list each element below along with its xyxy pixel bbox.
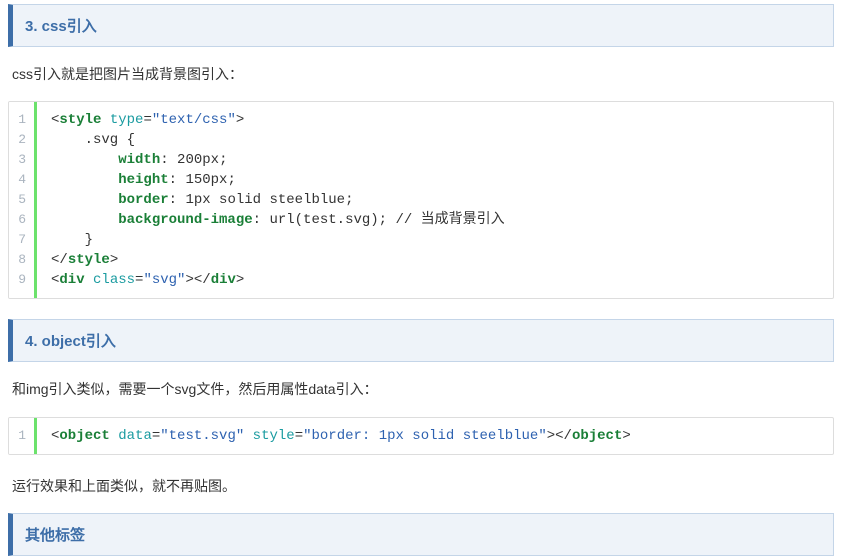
- section-title: 3. css引入: [25, 18, 97, 35]
- code-gutter: 1: [9, 418, 37, 454]
- line-number: 1: [15, 426, 26, 446]
- code-line: .svg {: [51, 130, 819, 150]
- code-line: </style>: [51, 250, 819, 270]
- section-header-other: 其他标签: [8, 513, 834, 556]
- code-block-css: 123456789 <style type="text/css"> .svg {…: [8, 101, 834, 299]
- code-line: <object data="test.svg" style="border: 1…: [51, 426, 819, 446]
- code-line: background-image: url(test.svg); // 当成背景…: [51, 210, 819, 230]
- line-number: 2: [15, 130, 26, 150]
- line-number: 7: [15, 230, 26, 250]
- code-line: width: 200px;: [51, 150, 819, 170]
- section-header-css: 3. css引入: [8, 4, 834, 47]
- line-number: 8: [15, 250, 26, 270]
- line-number: 5: [15, 190, 26, 210]
- section-header-object: 4. object引入: [8, 319, 834, 362]
- code-line: }: [51, 230, 819, 250]
- line-number: 4: [15, 170, 26, 190]
- code-line: border: 1px solid steelblue;: [51, 190, 819, 210]
- code-content[interactable]: <object data="test.svg" style="border: 1…: [37, 418, 833, 454]
- code-line: height: 150px;: [51, 170, 819, 190]
- code-line: <style type="text/css">: [51, 110, 819, 130]
- line-number: 6: [15, 210, 26, 230]
- line-number: 1: [15, 110, 26, 130]
- section-title: 4. object引入: [25, 333, 116, 350]
- section-title: 其他标签: [25, 527, 85, 544]
- line-number: 3: [15, 150, 26, 170]
- code-gutter: 123456789: [9, 102, 37, 298]
- code-line: <div class="svg"></div>: [51, 270, 819, 290]
- code-block-object: 1 <object data="test.svg" style="border:…: [8, 417, 834, 455]
- code-content[interactable]: <style type="text/css"> .svg { width: 20…: [37, 102, 833, 298]
- section-intro-object: 和img引入类似，需要一个svg文件，然后用属性data引入：: [12, 378, 830, 400]
- section-intro-css: css引入就是把图片当成背景图引入：: [12, 63, 830, 85]
- section-outro-object: 运行效果和上面类似，就不再贴图。: [12, 475, 830, 497]
- line-number: 9: [15, 270, 26, 290]
